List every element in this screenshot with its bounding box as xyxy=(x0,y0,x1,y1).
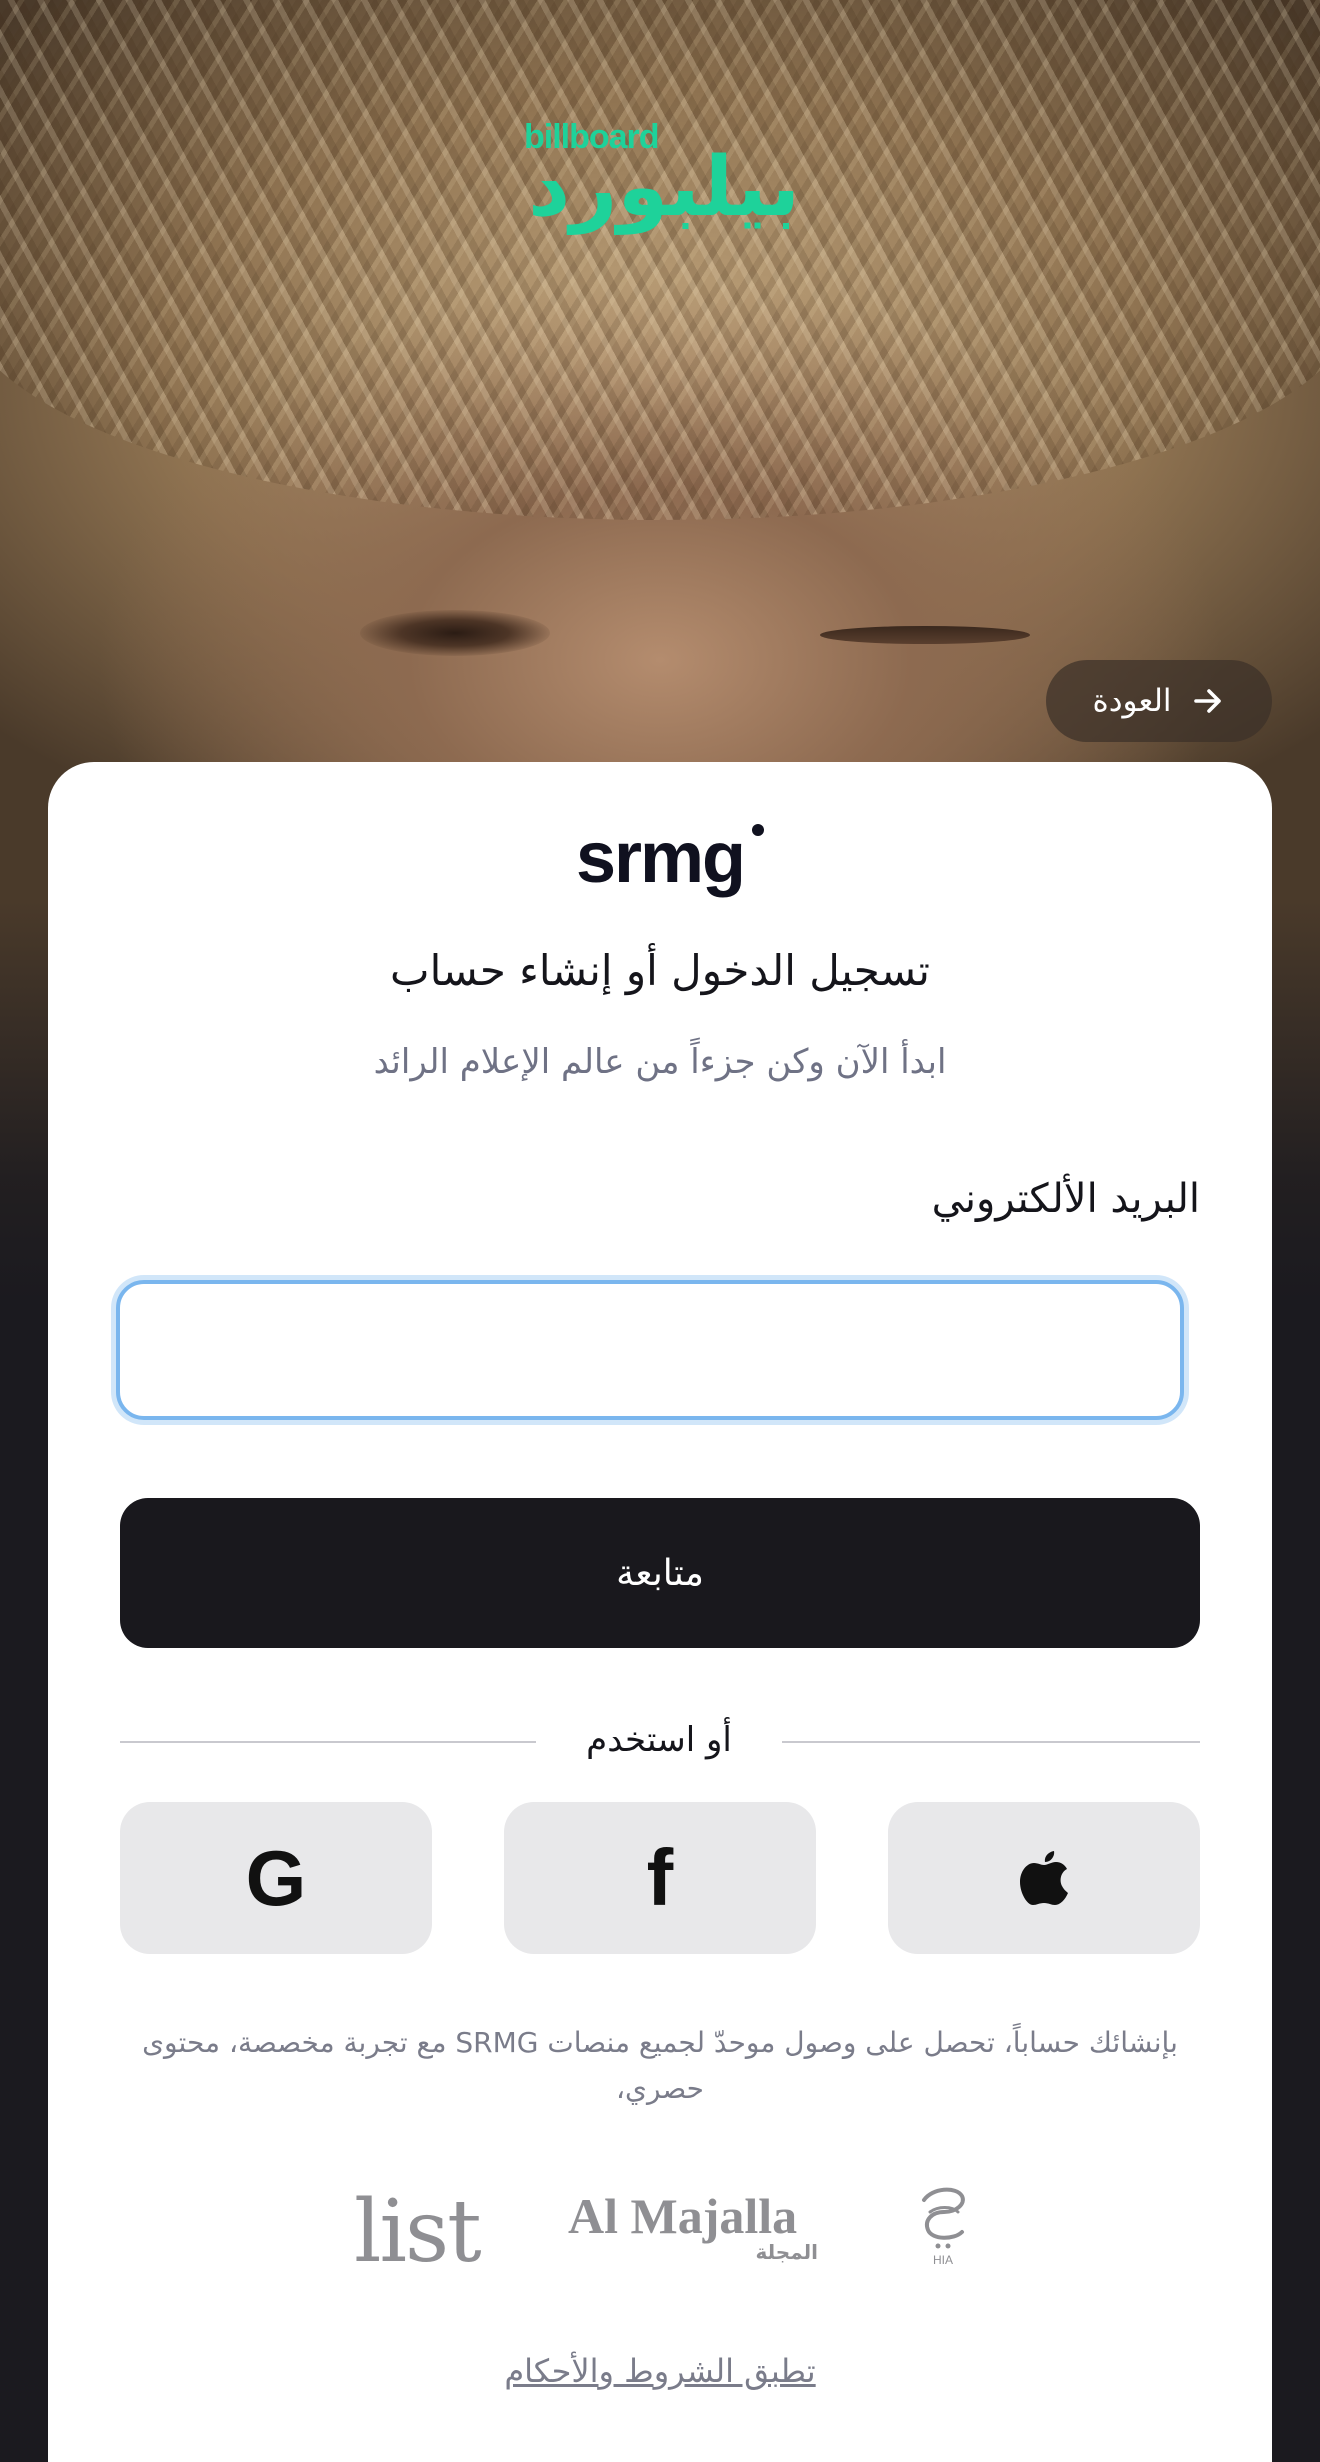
fur-hood-texture xyxy=(0,0,1320,520)
back-button[interactable]: العودة xyxy=(1046,660,1272,742)
facebook-icon: f xyxy=(646,1833,674,1922)
google-signin-button[interactable]: G xyxy=(120,1802,432,1954)
billboard-arabia-logo: billboard بيلبورد xyxy=(520,118,800,246)
email-field-label: البريد الألكتروني xyxy=(931,1176,1200,1222)
apple-signin-button[interactable] xyxy=(888,1802,1200,1954)
email-field[interactable] xyxy=(116,1280,1184,1420)
srmg-logo-dot xyxy=(752,824,764,836)
hero-eye-right xyxy=(820,626,1030,644)
terms-link[interactable]: تطبق الشروط والأحكام xyxy=(48,2352,1272,2390)
auth-card: srmg تسجيل الدخول أو إنشاء حساب ابدأ الآ… xyxy=(48,762,1272,2462)
google-icon: G xyxy=(245,1833,307,1922)
hero-eye-left xyxy=(360,610,550,656)
srmg-logo-text: srmg xyxy=(575,818,746,898)
continue-button[interactable]: متابعة xyxy=(120,1498,1200,1648)
or-use-label: أو استخدم xyxy=(586,1720,732,1760)
billboard-logo-ar: بيلبورد xyxy=(528,140,800,235)
page-title: تسجيل الدخول أو إنشاء حساب xyxy=(390,946,930,995)
page-subtitle: ابدأ الآن وكن جزءاً من عالم الإعلام الرا… xyxy=(373,1042,947,1082)
divider-line-left xyxy=(120,1741,536,1743)
facebook-signin-button[interactable]: f xyxy=(504,1802,816,1954)
divider-line-right xyxy=(782,1741,1200,1743)
al-majalla-logo: Al Majalla المجلة xyxy=(568,2188,818,2264)
apple-icon xyxy=(1018,1847,1070,1910)
hia-logo-text: HIA xyxy=(933,2253,953,2267)
legal-text: بإنشائك حساباً، تحصل على وصول موحدّ لجمي… xyxy=(142,2026,1178,2105)
list-logo: list xyxy=(354,2182,482,2282)
al-majalla-logo-en: Al Majalla xyxy=(568,2188,798,2244)
back-button-label: العودة xyxy=(1092,683,1172,719)
hia-logo: HIA xyxy=(910,2182,976,2268)
srmg-logo: srmg xyxy=(560,818,764,898)
arrow-right-icon xyxy=(1193,689,1221,713)
